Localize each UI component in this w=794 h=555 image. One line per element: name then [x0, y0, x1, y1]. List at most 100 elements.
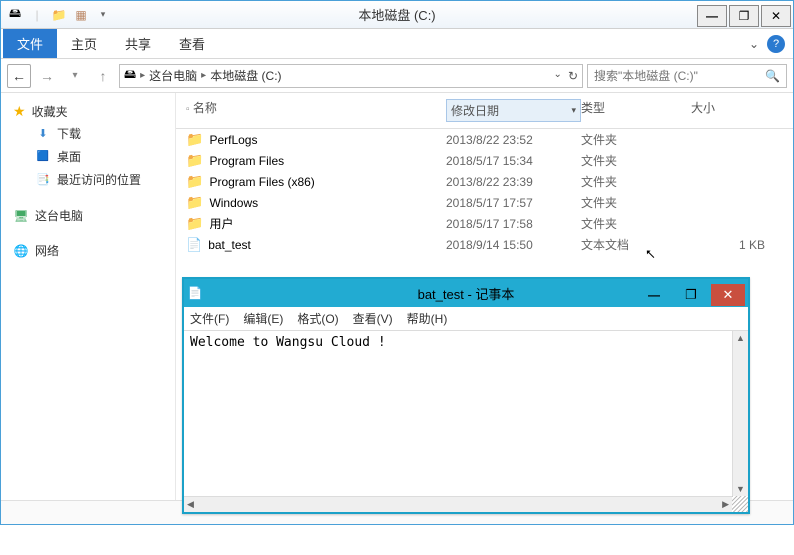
window-title: 本地磁盘 (C:): [358, 5, 435, 24]
ribbon: 文件 主页 共享 查看 ⌄ ?: [1, 29, 793, 59]
sort-dropdown-icon[interactable]: ▾: [571, 105, 576, 116]
sidebar-thispc-group: 这台电脑: [13, 205, 171, 226]
ribbon-tab-home[interactable]: 主页: [57, 29, 111, 58]
nav-forward-button[interactable]: →: [35, 64, 59, 88]
file-date: 2013/8/22 23:39: [446, 175, 581, 189]
file-type: 文件夹: [581, 194, 691, 211]
sidebar-item-label: 最近访问的位置: [57, 171, 141, 188]
file-type: 文件夹: [581, 215, 691, 232]
notepad-menu-file[interactable]: 文件(F): [190, 310, 229, 327]
file-row[interactable]: 📁 Program Files 2018/5/17 15:34文件夹: [176, 150, 793, 171]
sidebar-favorites-label: 收藏夹: [32, 103, 68, 120]
column-header-date[interactable]: 修改日期 ▾: [446, 99, 581, 122]
crumb-sep-icon[interactable]: ▸: [201, 70, 206, 81]
notepad-menu-help[interactable]: 帮助(H): [407, 310, 448, 327]
file-date: 2018/5/17 15:34: [446, 154, 581, 168]
pc-icon: [13, 208, 29, 224]
minimize-button[interactable]: —: [697, 5, 727, 27]
notepad-window-controls: — ❐ ✕: [637, 281, 748, 306]
file-name: Windows: [209, 196, 258, 210]
notepad-menu-edit[interactable]: 编辑(E): [243, 310, 283, 327]
nav-up-button[interactable]: ↑: [91, 64, 115, 88]
file-date: 2013/8/22 23:52: [446, 133, 581, 147]
crumb-sep-icon[interactable]: ▸: [140, 70, 145, 81]
file-row[interactable]: 📄bat_test2018/9/14 15:50文本文档1 KB: [176, 234, 793, 255]
file-name: PerfLogs: [209, 133, 257, 147]
search-box[interactable]: 🔍: [587, 64, 787, 88]
notepad-minimize-button[interactable]: —: [637, 284, 671, 306]
notepad-text-area[interactable]: Welcome to Wangsu Cloud !: [184, 331, 732, 496]
explorer-titlebar[interactable]: | 📁 ▦ ▾ 本地磁盘 (C:) — ❐ ✕: [1, 1, 793, 29]
refresh-icon[interactable]: ↻: [568, 69, 578, 83]
notepad-window: 📄 bat_test - 记事本 — ❐ ✕ 文件(F) 编辑(E) 格式(O)…: [182, 277, 750, 514]
sidebar-item-desktop[interactable]: 桌面: [13, 145, 171, 168]
close-button[interactable]: ✕: [761, 5, 791, 27]
notepad-maximize-button[interactable]: ❐: [674, 284, 708, 306]
notepad-menu-view[interactable]: 查看(V): [353, 310, 393, 327]
column-header-name-label: 名称: [193, 101, 217, 115]
folder-icon: 📁: [186, 215, 203, 232]
search-input[interactable]: [594, 69, 765, 83]
network-icon: [13, 243, 29, 259]
sidebar-thispc-header[interactable]: 这台电脑: [13, 205, 171, 226]
notepad-resize-grip[interactable]: [732, 496, 748, 512]
file-row[interactable]: 📁Windows2018/5/17 17:57文件夹: [176, 192, 793, 213]
notepad-menu-format[interactable]: 格式(O): [297, 310, 338, 327]
notepad-app-icon: 📄: [184, 286, 206, 300]
file-type: 文件夹: [581, 131, 691, 148]
ribbon-expand-icon[interactable]: ⌄: [749, 37, 759, 51]
maximize-button[interactable]: ❐: [729, 5, 759, 27]
address-bar[interactable]: ▸ 这台电脑 ▸ 本地磁盘 (C:) ⌄ ↻: [119, 64, 583, 88]
column-header-size[interactable]: 大小: [691, 99, 793, 122]
qat-properties-icon[interactable]: ▦: [71, 5, 91, 25]
sidebar-network-header[interactable]: 网络: [13, 240, 171, 261]
nav-history-dropdown[interactable]: ▾: [63, 64, 87, 88]
file-type: 文本文档: [581, 236, 691, 253]
notepad-menubar: 文件(F) 编辑(E) 格式(O) 查看(V) 帮助(H): [184, 307, 748, 331]
file-list: ⭦ 📁PerfLogs2013/8/22 23:52文件夹📁Program Fi…: [176, 129, 793, 255]
ribbon-tab-view[interactable]: 查看: [165, 29, 219, 58]
column-header-type[interactable]: 类型: [581, 99, 691, 122]
app-icon: [5, 5, 25, 25]
file-size: 1 KB: [691, 238, 793, 252]
notepad-scrollbar-horizontal[interactable]: ▶: [184, 496, 732, 512]
nav-row: ← → ▾ ↑ ▸ 这台电脑 ▸ 本地磁盘 (C:) ⌄ ↻ 🔍: [1, 59, 793, 93]
folder-icon: 📁: [186, 173, 203, 190]
quick-access-toolbar: | 📁 ▦ ▾: [1, 5, 117, 25]
sidebar-item-label: 桌面: [57, 148, 81, 165]
file-date: 2018/9/14 15:50: [446, 238, 581, 252]
notepad-close-button[interactable]: ✕: [711, 284, 745, 306]
file-row[interactable]: 📁Program Files (x86)2013/8/22 23:39文件夹: [176, 171, 793, 192]
folder-icon: 📁: [186, 131, 203, 148]
qat-dropdown-icon[interactable]: ▾: [93, 5, 113, 25]
file-name: Program Files: [209, 154, 284, 168]
help-icon[interactable]: ?: [767, 35, 785, 53]
sidebar-item-recent[interactable]: 最近访问的位置: [13, 168, 171, 191]
ribbon-tab-share[interactable]: 共享: [111, 29, 165, 58]
folder-icon: 📁: [186, 152, 203, 169]
file-type: 文件夹: [581, 152, 691, 169]
sidebar-thispc-label: 这台电脑: [35, 207, 83, 224]
file-row[interactable]: 📁 PerfLogs 2013/8/22 23:52文件夹: [176, 129, 793, 150]
sidebar-favorites-header[interactable]: ★ 收藏夹: [13, 101, 171, 122]
notepad-body: Welcome to Wangsu Cloud !: [184, 331, 748, 496]
file-row[interactable]: 📁用户2018/5/17 17:58文件夹: [176, 213, 793, 234]
address-dropdown-icon[interactable]: ⌄: [554, 69, 562, 83]
sidebar-item-downloads[interactable]: 下载: [13, 122, 171, 145]
sidebar: ★ 收藏夹 下载 桌面 最近访问的位置: [1, 93, 176, 500]
qat-separator: |: [27, 5, 47, 25]
qat-new-folder-icon[interactable]: 📁: [49, 5, 69, 25]
file-name: 用户: [209, 215, 233, 232]
download-icon: [35, 126, 51, 142]
nav-back-button[interactable]: ←: [7, 64, 31, 88]
desktop-icon: [35, 149, 51, 165]
ribbon-tab-file[interactable]: 文件: [3, 29, 57, 58]
column-header-date-label: 修改日期: [451, 102, 499, 119]
breadcrumb-root[interactable]: 这台电脑: [149, 67, 197, 84]
notepad-scrollbar-vertical[interactable]: [732, 331, 748, 496]
search-icon[interactable]: 🔍: [765, 69, 780, 83]
notepad-titlebar[interactable]: 📄 bat_test - 记事本 — ❐ ✕: [184, 279, 748, 307]
column-header-name[interactable]: ▫ 名称: [186, 99, 446, 122]
breadcrumb-drive[interactable]: 本地磁盘 (C:): [210, 67, 281, 84]
window-controls: — ❐ ✕: [697, 3, 793, 27]
